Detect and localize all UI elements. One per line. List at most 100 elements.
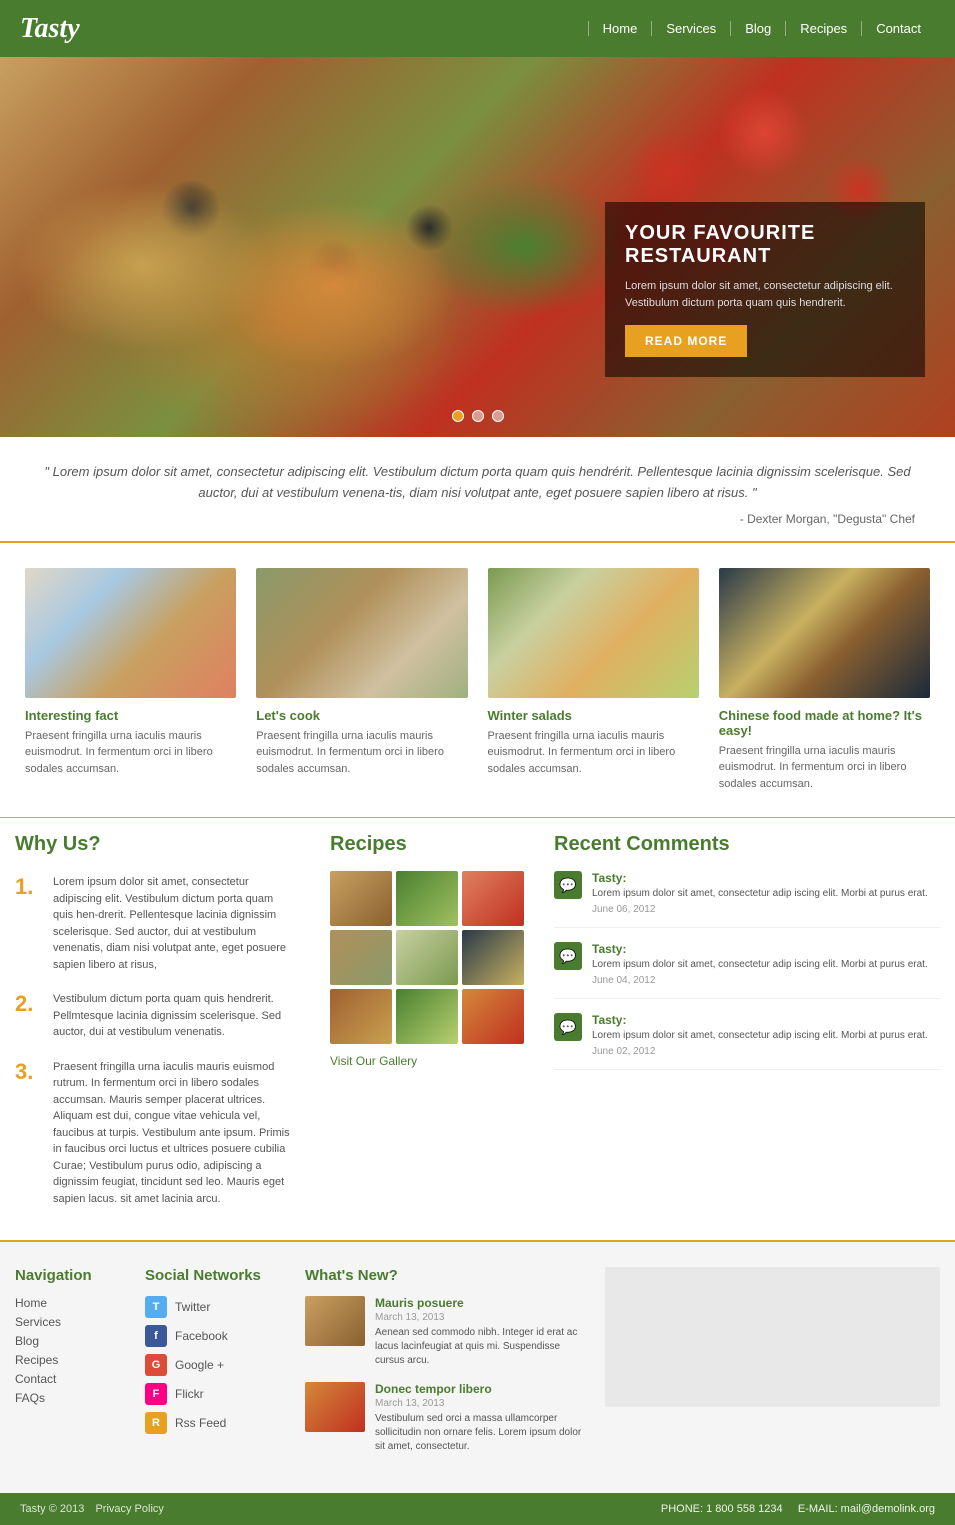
why-text-3: Praesent fringilla urna iaculis mauris e… xyxy=(53,1059,295,1208)
food-card-4: Chinese food made at home? It's easy! Pr… xyxy=(709,568,940,793)
recipe-thumb-1[interactable] xyxy=(330,871,392,926)
privacy-policy-link[interactable]: Privacy Policy xyxy=(95,1503,163,1515)
footer-nav: Navigation Home Services Blog Recipes Co… xyxy=(15,1267,125,1468)
why-number-1: 1. xyxy=(15,874,43,973)
hero-dot-3[interactable] xyxy=(492,410,504,422)
flickr-label[interactable]: Flickr xyxy=(175,1387,204,1401)
why-text-1: Lorem ipsum dolor sit amet, consectetur … xyxy=(53,874,295,973)
recipe-thumb-4[interactable] xyxy=(330,930,392,985)
why-us-section: Why Us? 1. Lorem ipsum dolor sit amet, c… xyxy=(15,833,315,1225)
hero-overlay: YOUR FAVOURITE RESTAURANT Lorem ipsum do… xyxy=(605,202,925,377)
twitter-icon: T xyxy=(145,1296,167,1318)
comment-content-3: Tasty: Lorem ipsum dolor sit amet, conse… xyxy=(592,1013,940,1057)
comment-date-1: June 06, 2012 xyxy=(592,904,940,915)
hero-description: Lorem ipsum dolor sit amet, consectetur … xyxy=(625,278,905,311)
comment-item-3: 💬 Tasty: Lorem ipsum dolor sit amet, con… xyxy=(554,1013,940,1070)
food-card-1-image xyxy=(25,568,236,698)
copyright-text: Tasty © 2013 xyxy=(20,1503,84,1515)
news-title-1[interactable]: Mauris posuere xyxy=(375,1296,585,1310)
news-thumb-2 xyxy=(305,1382,365,1432)
footer-nav-recipes[interactable]: Recipes xyxy=(15,1353,125,1367)
facebook-label[interactable]: Facebook xyxy=(175,1329,228,1343)
footer-nav-contact[interactable]: Contact xyxy=(15,1372,125,1386)
recipes-title: Recipes xyxy=(330,833,524,856)
recipe-thumb-8[interactable] xyxy=(396,989,458,1044)
google-icon: G xyxy=(145,1354,167,1376)
food-card-3-title: Winter salads xyxy=(488,708,699,723)
news-title-2[interactable]: Donec tempor libero xyxy=(375,1382,585,1396)
food-card-3-image xyxy=(488,568,699,698)
social-rss: R Rss Feed xyxy=(145,1412,285,1434)
nav-blog[interactable]: Blog xyxy=(731,21,786,36)
recipe-thumb-6[interactable] xyxy=(462,930,524,985)
footer-social-title: Social Networks xyxy=(145,1267,285,1284)
twitter-label[interactable]: Twitter xyxy=(175,1300,210,1314)
social-flickr: F Flickr xyxy=(145,1383,285,1405)
comment-content-2: Tasty: Lorem ipsum dolor sit amet, conse… xyxy=(592,942,940,986)
footer-social: Social Networks T Twitter f Facebook G G… xyxy=(145,1267,285,1468)
comment-date-3: June 02, 2012 xyxy=(592,1046,940,1057)
recipes-section: Recipes Visit Our Gallery xyxy=(315,833,539,1225)
social-google: G Google + xyxy=(145,1354,285,1376)
news-item-2: Donec tempor libero March 13, 2013 Vesti… xyxy=(305,1382,585,1454)
google-label[interactable]: Google + xyxy=(175,1358,224,1372)
recipe-thumb-2[interactable] xyxy=(396,871,458,926)
footer-contact-area: PHONE: 1 800 558 1234 E-MAIL: mail@demol… xyxy=(661,1503,935,1515)
footer-news-title: What's New? xyxy=(305,1267,585,1284)
food-card-4-title: Chinese food made at home? It's easy! xyxy=(719,708,930,738)
hero-dot-1[interactable] xyxy=(452,410,464,422)
food-card-3-desc: Praesent fringilla urna iaculis mauris e… xyxy=(488,728,699,778)
food-card-4-desc: Praesent fringilla urna iaculis mauris e… xyxy=(719,743,930,793)
footer-nav-blog[interactable]: Blog xyxy=(15,1334,125,1348)
footer-bottom: Tasty © 2013 Privacy Policy PHONE: 1 800… xyxy=(0,1493,955,1525)
news-thumb-1 xyxy=(305,1296,365,1346)
hero-dot-2[interactable] xyxy=(472,410,484,422)
food-cards-section: Interesting fact Praesent fringilla urna… xyxy=(0,543,955,818)
recipe-thumb-9[interactable] xyxy=(462,989,524,1044)
comment-text-2: Lorem ipsum dolor sit amet, consectetur … xyxy=(592,958,940,972)
comment-author-3: Tasty: xyxy=(592,1013,940,1027)
news-desc-2: Vestibulum sed orci a massa ullamcorper … xyxy=(375,1412,585,1454)
social-facebook: f Facebook xyxy=(145,1325,285,1347)
news-content-1: Mauris posuere March 13, 2013 Aenean sed… xyxy=(375,1296,585,1368)
footer-widget xyxy=(605,1267,940,1468)
recipe-thumb-3[interactable] xyxy=(462,871,524,926)
footer-nav-title: Navigation xyxy=(15,1267,125,1284)
food-card-2-image xyxy=(256,568,467,698)
recipe-grid xyxy=(330,871,524,1044)
food-card-1-desc: Praesent fringilla urna iaculis mauris e… xyxy=(25,728,236,778)
footer-copy-area: Tasty © 2013 Privacy Policy xyxy=(20,1503,164,1515)
why-number-2: 2. xyxy=(15,991,43,1041)
food-card-2-desc: Praesent fringilla urna iaculis mauris e… xyxy=(256,728,467,778)
news-date-2: March 13, 2013 xyxy=(375,1398,585,1409)
nav-home[interactable]: Home xyxy=(588,21,653,36)
why-us-title: Why Us? xyxy=(15,833,295,856)
food-card-4-image xyxy=(719,568,930,698)
why-item-3: 3. Praesent fringilla urna iaculis mauri… xyxy=(15,1059,295,1208)
footer-nav-services[interactable]: Services xyxy=(15,1315,125,1329)
comment-icon-1: 💬 xyxy=(554,871,582,899)
why-number-3: 3. xyxy=(15,1059,43,1208)
recipe-thumb-5[interactable] xyxy=(396,930,458,985)
recipe-thumb-7[interactable] xyxy=(330,989,392,1044)
footer-nav-faqs[interactable]: FAQs xyxy=(15,1391,125,1405)
hero-dots xyxy=(452,410,504,422)
comments-title: Recent Comments xyxy=(554,833,940,856)
hero-read-more-button[interactable]: READ MORE xyxy=(625,325,747,357)
rss-icon: R xyxy=(145,1412,167,1434)
social-twitter: T Twitter xyxy=(145,1296,285,1318)
comment-content-1: Tasty: Lorem ipsum dolor sit amet, conse… xyxy=(592,871,940,915)
nav-contact[interactable]: Contact xyxy=(862,21,935,36)
why-item-1: 1. Lorem ipsum dolor sit amet, consectet… xyxy=(15,874,295,973)
news-content-2: Donec tempor libero March 13, 2013 Vesti… xyxy=(375,1382,585,1454)
footer-nav-home[interactable]: Home xyxy=(15,1296,125,1310)
rss-label[interactable]: Rss Feed xyxy=(175,1416,226,1430)
nav-services[interactable]: Services xyxy=(652,21,731,36)
flickr-icon: F xyxy=(145,1383,167,1405)
visit-gallery-link[interactable]: Visit Our Gallery xyxy=(330,1054,524,1068)
quote-author: - Dexter Morgan, "Degusta" Chef xyxy=(40,512,915,526)
why-text-2: Vestibulum dictum porta quam quis hendre… xyxy=(53,991,295,1041)
food-card-1-title: Interesting fact xyxy=(25,708,236,723)
food-card-3: Winter salads Praesent fringilla urna ia… xyxy=(478,568,709,793)
nav-recipes[interactable]: Recipes xyxy=(786,21,862,36)
